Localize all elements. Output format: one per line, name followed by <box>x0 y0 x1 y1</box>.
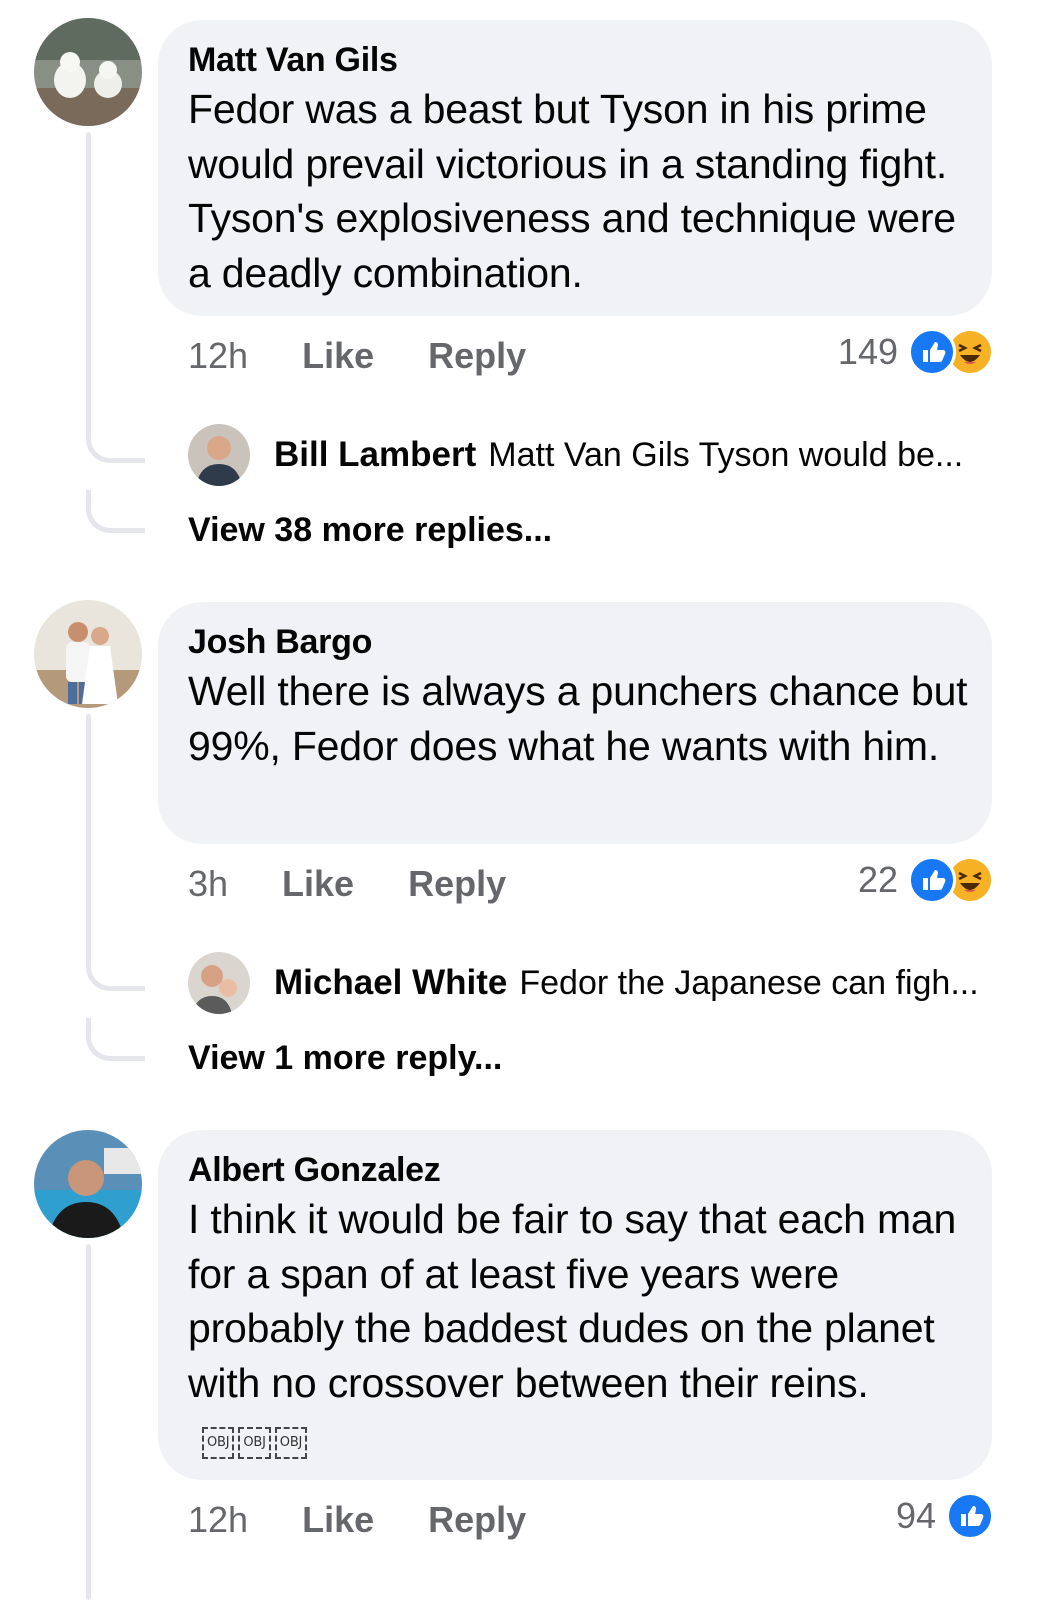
reaction-count: 149 <box>837 331 898 372</box>
avatar-man-photo <box>188 424 250 486</box>
comment-avatar-matt[interactable] <box>34 18 142 126</box>
comment-actions: 3h Like Reply <box>188 862 560 906</box>
emoji-placeholder-icon: OBJ <box>202 1427 235 1460</box>
comment-bubble: Albert Gonzalez I think it would be fair… <box>158 1130 992 1480</box>
reply-button[interactable]: Reply <box>408 863 506 905</box>
comment-author[interactable]: Josh Bargo <box>188 620 962 664</box>
comment-avatar-albert[interactable] <box>34 1130 142 1238</box>
reply-snippet: Matt Van Gils Tyson would be... <box>488 435 964 474</box>
comment-text: Well there is always a punchers chance b… <box>188 668 968 769</box>
like-button[interactable]: Like <box>302 1499 374 1541</box>
thread-elbow <box>86 420 145 463</box>
emoji-placeholder-icon: OBJ <box>274 1427 308 1460</box>
comment-actions: 12h Like Reply <box>188 334 580 378</box>
thread-elbow <box>86 1018 145 1061</box>
reply-preview[interactable]: Michael White Fedor the Japanese can fig… <box>188 950 979 1016</box>
avatar-man-pool-photo <box>34 1130 142 1238</box>
avatar-dogs-photo <box>34 18 142 126</box>
comment-bubble: Josh Bargo Well there is always a punche… <box>158 602 992 844</box>
comment-timestamp[interactable]: 12h <box>188 335 248 377</box>
comment-author[interactable]: Matt Van Gils <box>188 38 962 82</box>
comment-author[interactable]: Albert Gonzalez <box>188 1148 962 1192</box>
reaction-count: 22 <box>857 859 898 900</box>
reaction-summary[interactable]: 22 <box>857 856 994 904</box>
view-more-replies[interactable]: View 38 more replies... <box>188 508 552 552</box>
emoji-placeholder-icon: OBJ <box>238 1427 271 1460</box>
reply-snippet: Fedor the Japanese can figh... <box>519 963 979 1002</box>
reaction-count: 94 <box>895 1495 936 1536</box>
view-more-replies[interactable]: View 1 more reply... <box>188 1036 502 1080</box>
comment-text: Fedor was a beast but Tyson in his prime… <box>188 86 956 296</box>
comment-actions: 12h Like Reply <box>188 1498 580 1542</box>
comment-text: I think it would be fair to say that eac… <box>188 1192 968 1467</box>
like-icon <box>946 1492 994 1540</box>
emoji-placeholders: OBJ OBJ OBJ <box>198 1413 308 1468</box>
comment-text-content: I think it would be fair to say that eac… <box>188 1196 957 1406</box>
like-button[interactable]: Like <box>282 863 354 905</box>
like-icon <box>908 328 956 376</box>
thread-line <box>86 1244 91 1600</box>
thread-elbow <box>86 490 145 533</box>
reply-avatar-bill[interactable] <box>188 424 250 486</box>
reply-preview[interactable]: Bill Lambert Matt Van Gils Tyson would b… <box>188 422 963 488</box>
comment-timestamp[interactable]: 3h <box>188 863 228 905</box>
comment-bubble: Matt Van Gils Fedor was a beast but Tyso… <box>158 20 992 316</box>
reply-button[interactable]: Reply <box>428 1499 526 1541</box>
reply-button[interactable]: Reply <box>428 335 526 377</box>
reply-author[interactable]: Bill Lambert <box>274 435 476 475</box>
thread-line <box>86 714 91 959</box>
reply-avatar-michael[interactable] <box>188 952 250 1014</box>
comment-avatar-josh[interactable] <box>34 600 142 708</box>
avatar-couple-photo <box>34 600 142 708</box>
reaction-summary[interactable]: 149 <box>837 328 994 376</box>
reaction-summary[interactable]: 94 <box>895 1492 994 1540</box>
like-icon <box>908 856 956 904</box>
avatar-father-child-photo <box>188 952 250 1014</box>
thread-elbow <box>86 948 145 991</box>
comment-timestamp[interactable]: 12h <box>188 1499 248 1541</box>
thread-line <box>86 132 91 432</box>
like-button[interactable]: Like <box>302 335 374 377</box>
reply-author[interactable]: Michael White <box>274 963 507 1003</box>
